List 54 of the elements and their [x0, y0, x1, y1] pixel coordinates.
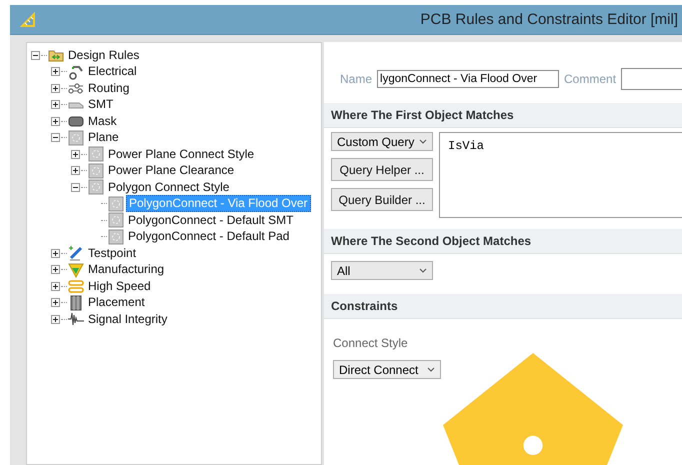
connect-style-label: Connect Style [333, 336, 409, 350]
chevron-icon [419, 139, 427, 144]
expand-toggle[interactable] [51, 116, 60, 126]
tree-item[interactable]: Placement [86, 295, 147, 310]
tree-item[interactable]: Electrical [86, 64, 139, 80]
section-header: Where The First Object Matches [324, 103, 682, 128]
window-title: PCB Rules and Constraints Editor [mil] [420, 11, 678, 28]
tree-item[interactable]: Testpoint [86, 246, 138, 261]
funnel-icon [68, 262, 84, 278]
connect-style-dropdown[interactable]: Direct Connect [333, 360, 441, 379]
collapse-toggle[interactable] [31, 50, 40, 60]
scope-dropdown[interactable]: All [331, 261, 433, 280]
query-button[interactable]: Query Builder ... [331, 188, 433, 211]
chevron-icon [419, 268, 427, 273]
expand-toggle[interactable] [71, 150, 80, 159]
tree-item[interactable]: Power Plane Connect Style [106, 146, 256, 162]
tree-item[interactable]: Power Plane Clearance [106, 163, 236, 178]
tree-item[interactable]: Polygon Connect Style [106, 180, 232, 195]
probe-icon [68, 245, 84, 262]
expand-toggle[interactable] [51, 298, 60, 308]
tree-item[interactable]: PolygonConnect - Default Pad [126, 229, 292, 244]
expand-toggle[interactable] [51, 100, 60, 110]
section-header: Where The Second Object Matches [324, 229, 682, 254]
expand-toggle[interactable] [51, 282, 60, 291]
name-label: Name [340, 72, 372, 86]
section-header: Constraints [324, 294, 682, 319]
tree-item[interactable]: Signal Integrity [86, 312, 170, 327]
tree-item[interactable]: PolygonConnect - Default SMT [126, 212, 296, 228]
expand-toggle[interactable] [51, 265, 60, 274]
expand-toggle[interactable] [51, 84, 60, 93]
query-editor[interactable]: IsVia [439, 132, 682, 218]
collapse-toggle[interactable] [71, 182, 80, 192]
tree-item[interactable]: SMT [86, 97, 116, 112]
tree-item[interactable]: Manufacturing [86, 262, 166, 278]
waveform-icon [68, 311, 84, 328]
chip-icon [68, 294, 84, 311]
chevron-icon [427, 367, 435, 372]
scope-dropdown[interactable]: Custom Query [331, 132, 433, 151]
tree-item[interactable]: Plane [86, 130, 121, 146]
comment-field[interactable] [621, 68, 682, 90]
comment-label: Comment [564, 72, 616, 86]
expand-toggle[interactable] [51, 67, 60, 76]
expand-toggle[interactable] [71, 166, 80, 176]
ruler-icon [20, 12, 36, 28]
tree-item[interactable]: Routing [86, 80, 132, 96]
tree-item[interactable]: Design Rules [66, 48, 142, 63]
query-button[interactable]: Query Helper ... [331, 158, 433, 181]
expand-toggle[interactable] [51, 314, 60, 324]
tree-item[interactable]: Mask [86, 114, 119, 129]
probe-icon [68, 64, 84, 80]
collapse-toggle[interactable] [51, 133, 60, 142]
name-field[interactable]: lygonConnect - Via Flood Over [377, 70, 560, 88]
tree-item[interactable]: High Speed [86, 278, 153, 294]
expand-toggle[interactable] [51, 248, 60, 258]
